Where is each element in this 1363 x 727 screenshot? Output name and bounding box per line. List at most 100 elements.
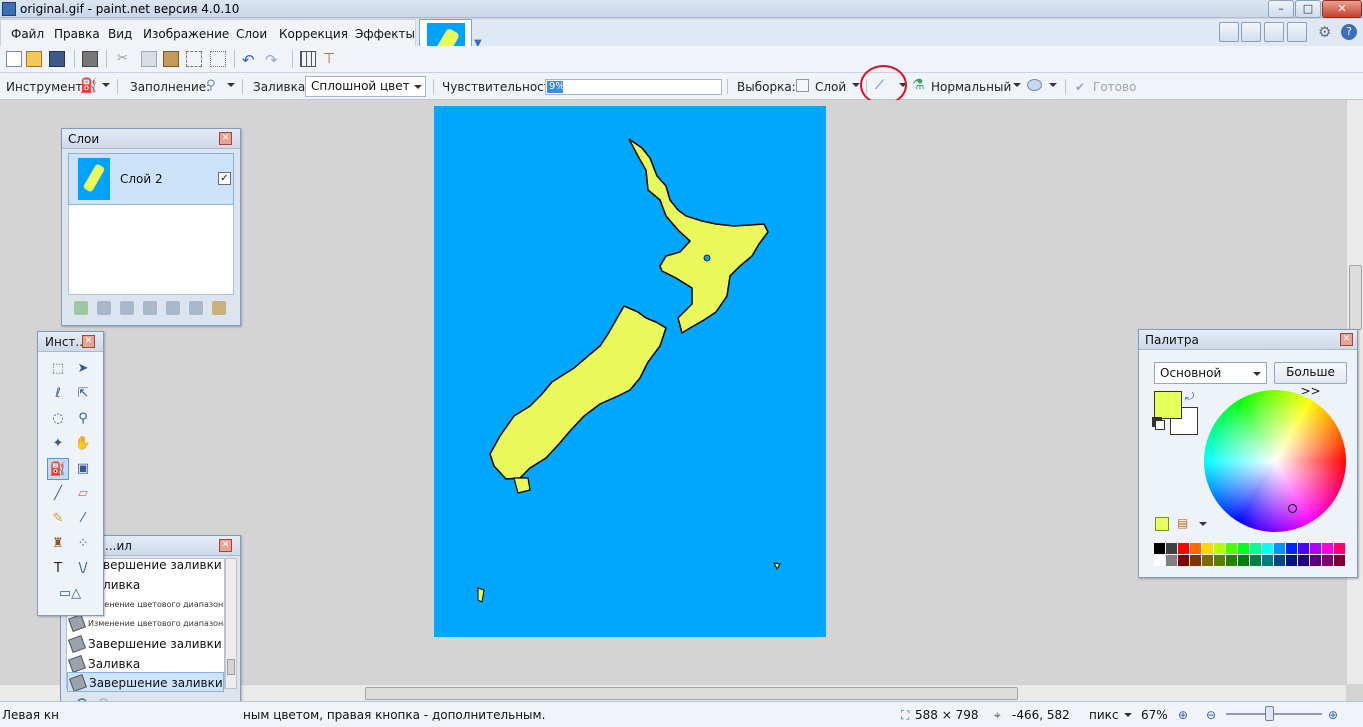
print-icon[interactable] xyxy=(82,51,98,67)
colors-window-toggle-icon[interactable] xyxy=(1287,22,1307,42)
units-value[interactable]: пикс xyxy=(1089,708,1119,722)
menu-image[interactable]: Изображение xyxy=(143,27,229,41)
palette-swatch[interactable] xyxy=(1250,555,1261,566)
primary-color-swatch[interactable] xyxy=(1154,391,1182,419)
palette-swatch[interactable] xyxy=(1274,543,1285,554)
sampling-value[interactable]: Слой xyxy=(815,80,846,94)
menu-effects[interactable]: Эффекты xyxy=(355,27,415,41)
shapes-icon[interactable]: ▭△ xyxy=(52,583,88,605)
menu-view[interactable]: Вид xyxy=(108,27,132,41)
palette-swatch[interactable] xyxy=(1238,543,1249,554)
tools-window-toggle-icon[interactable] xyxy=(1219,22,1239,42)
horizontal-scroll-thumb[interactable] xyxy=(365,687,1018,700)
move-selection-icon[interactable]: ⇱ xyxy=(72,383,94,405)
palette-swatch[interactable] xyxy=(1226,543,1237,554)
crop-to-selection-icon[interactable] xyxy=(186,51,202,67)
image-canvas[interactable] xyxy=(434,106,826,637)
undo-icon[interactable]: ↶ xyxy=(242,51,258,69)
history-item[interactable]: Изменение цветового диапазона xyxy=(67,613,224,633)
lasso-select-icon[interactable]: ℓ xyxy=(47,383,69,405)
palette-select[interactable]: Основной xyxy=(1154,362,1267,384)
paintbrush-icon[interactable]: ╱ xyxy=(47,483,69,505)
menu-file[interactable]: Файл xyxy=(11,27,44,41)
swap-colors-icon[interactable]: ⤾ xyxy=(1185,390,1194,404)
palette-swatch[interactable] xyxy=(1214,543,1225,554)
ellipse-select-icon[interactable]: ◌ xyxy=(47,408,69,430)
palette-swatch[interactable] xyxy=(1334,543,1345,554)
recolor-icon[interactable]: ⁘ xyxy=(72,533,94,555)
palette-menu-dropdown-arrow-icon[interactable] xyxy=(1199,522,1207,526)
move-layer-down-icon[interactable] xyxy=(189,301,203,315)
palette-swatch[interactable] xyxy=(1274,555,1285,566)
color-wheel[interactable] xyxy=(1204,390,1346,532)
tools-panel-header[interactable]: Инст... ✕ xyxy=(38,332,103,352)
palette-close-icon[interactable]: ✕ xyxy=(1340,333,1353,346)
vertical-scroll-thumb[interactable] xyxy=(1349,265,1362,330)
paint-bucket-tool-icon[interactable]: ⛽ xyxy=(80,78,97,94)
history-close-icon[interactable]: ✕ xyxy=(219,539,232,552)
clone-stamp-icon[interactable]: ♜ xyxy=(47,533,69,555)
eraser-icon[interactable]: ▱ xyxy=(72,483,94,505)
pencil-icon[interactable]: ✎ xyxy=(47,508,69,530)
maximize-button[interactable]: □ xyxy=(1295,0,1321,18)
zoom-slider-thumb[interactable] xyxy=(1265,706,1274,721)
palette-swatch[interactable] xyxy=(1334,555,1345,566)
history-window-toggle-icon[interactable] xyxy=(1241,22,1261,42)
cut-icon[interactable]: ✂ xyxy=(117,51,133,67)
selection-mode-dropdown-arrow-icon[interactable] xyxy=(1049,83,1057,87)
layers-window-toggle-icon[interactable] xyxy=(1264,22,1284,42)
menu-edit[interactable]: Правка xyxy=(54,27,100,41)
layer-properties-icon[interactable] xyxy=(212,301,226,315)
palette-swatch[interactable] xyxy=(1286,555,1297,566)
palette-swatch[interactable] xyxy=(1250,543,1261,554)
layer-row[interactable]: Слой 2 ✓ xyxy=(68,153,234,205)
save-icon[interactable] xyxy=(49,51,65,67)
text-icon[interactable]: T xyxy=(47,558,69,580)
color-picker-icon[interactable]: ⁄ xyxy=(72,508,94,530)
blend-mode-dropdown-arrow-icon[interactable] xyxy=(1013,83,1021,87)
palette-swatch[interactable] xyxy=(1178,543,1189,554)
palette-swatch[interactable] xyxy=(1310,543,1321,554)
layers-close-icon[interactable]: ✕ xyxy=(219,132,232,145)
palette-swatch[interactable] xyxy=(1154,543,1165,554)
paste-icon[interactable] xyxy=(163,51,179,67)
zoom-to-window-icon[interactable]: ⊕ xyxy=(1178,708,1188,722)
blend-mode-value[interactable]: Нормальный xyxy=(931,80,1011,94)
palette-swatch[interactable] xyxy=(1214,555,1225,566)
reset-colors-icon[interactable] xyxy=(1155,420,1165,430)
palette-swatch[interactable] xyxy=(1310,555,1321,566)
palette-swatch[interactable] xyxy=(1154,555,1165,566)
palette-swatch[interactable] xyxy=(1238,555,1249,566)
duplicate-layer-icon[interactable] xyxy=(120,301,134,315)
gradient-icon[interactable]: ▣ xyxy=(72,458,94,480)
zoom-value[interactable]: 67% xyxy=(1141,708,1168,722)
move-layer-up-icon[interactable] xyxy=(166,301,180,315)
zoom-icon[interactable]: ⚲ xyxy=(72,408,94,430)
fill-type-select[interactable]: Сплошной цвет xyxy=(305,76,426,97)
sampling-dropdown-arrow-icon[interactable] xyxy=(852,83,860,87)
close-window-button[interactable]: ✕ xyxy=(1322,0,1362,18)
history-item[interactable]: Заливка xyxy=(67,654,224,674)
palette-swatch[interactable] xyxy=(1262,555,1273,566)
delete-layer-icon[interactable] xyxy=(97,301,111,315)
minimize-button[interactable]: – xyxy=(1268,0,1294,18)
menu-layers[interactable]: Слои xyxy=(236,27,267,41)
palette-swatch[interactable] xyxy=(1298,543,1309,554)
palette-swatch[interactable] xyxy=(1190,555,1201,566)
history-scroll-thumb[interactable] xyxy=(227,659,235,675)
magic-wand-icon[interactable]: ✦ xyxy=(47,433,69,455)
more-colors-button[interactable]: Больше >> xyxy=(1274,362,1347,398)
layer-visibility-checkbox[interactable]: ✓ xyxy=(218,172,231,185)
rulers-icon[interactable]: ⊤ xyxy=(323,51,339,67)
open-icon[interactable] xyxy=(26,51,42,67)
merge-layer-down-icon[interactable] xyxy=(143,301,157,315)
help-icon[interactable]: ? xyxy=(1341,24,1357,40)
history-item-selected[interactable]: Завершение заливки xyxy=(67,672,224,692)
history-scrollbar[interactable] xyxy=(225,558,237,689)
settings-gear-icon[interactable]: ⚙ xyxy=(1318,23,1331,41)
palette-swatch[interactable] xyxy=(1190,543,1201,554)
menu-adjustments[interactable]: Коррекция xyxy=(279,27,348,41)
flood-mode-dropdown-arrow-icon[interactable] xyxy=(227,83,235,87)
zoom-out-icon[interactable]: ⊖ xyxy=(1206,708,1216,722)
palette-swatch[interactable] xyxy=(1202,555,1213,566)
